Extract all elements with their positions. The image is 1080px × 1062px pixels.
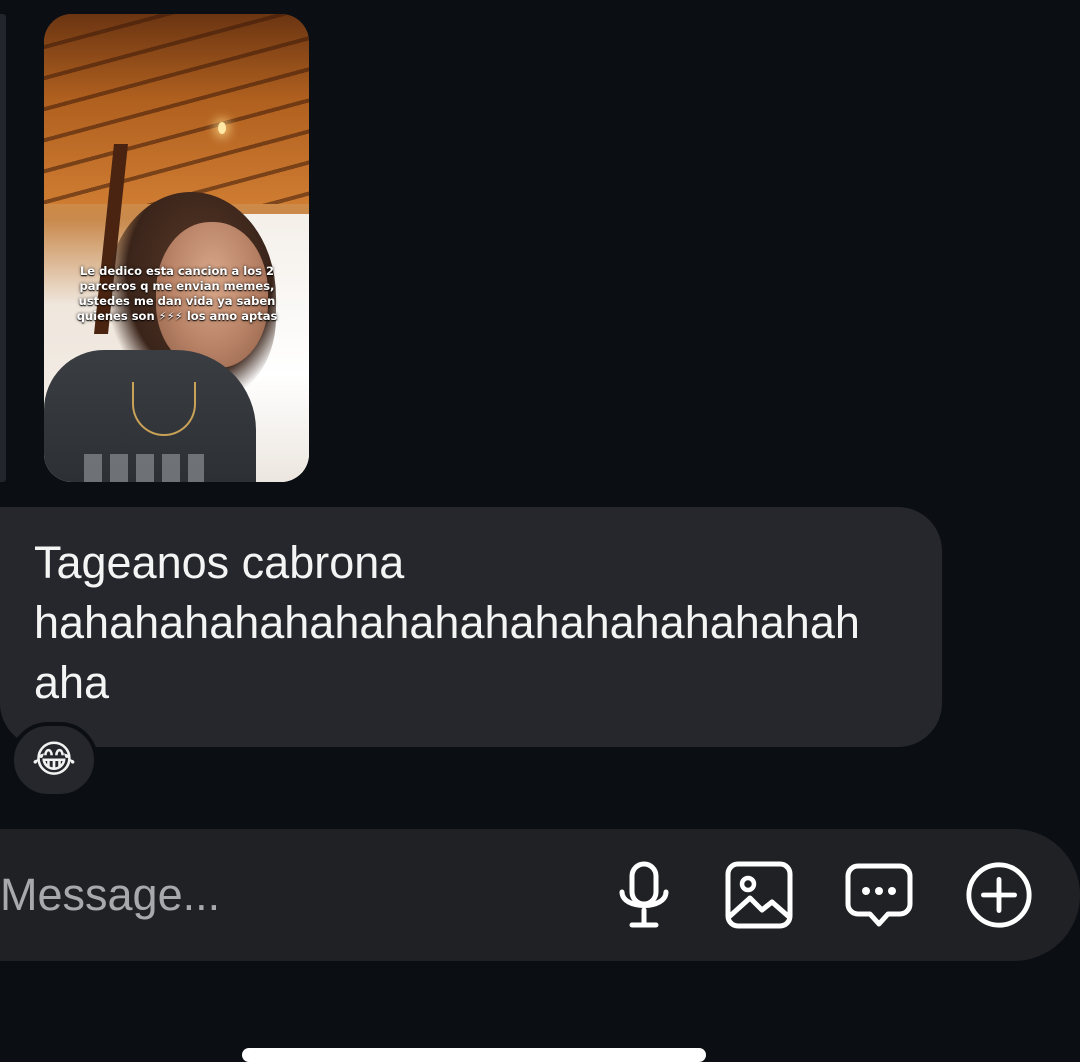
reaction-badge[interactable]: 😂 xyxy=(10,722,98,798)
more-options-button[interactable] xyxy=(964,860,1034,930)
story-caption: Le dedico esta cancion a los 2 parceros … xyxy=(76,264,278,323)
message-text: Tageanos cabrona hahahahahahahahahahahah… xyxy=(34,537,860,708)
home-indicator[interactable] xyxy=(242,1048,706,1062)
gallery-button[interactable] xyxy=(724,860,794,930)
reply-thread-line xyxy=(0,14,6,482)
story-ceiling xyxy=(44,14,309,204)
plus-circle-icon xyxy=(966,862,1032,928)
shared-story-preview[interactable]: Le dedico esta cancion a los 2 parceros … xyxy=(44,14,309,482)
story-lamp xyxy=(218,122,226,134)
story-shirt-print xyxy=(84,454,204,482)
laughing-emoji-icon: 😂 xyxy=(31,739,77,781)
sticker-button[interactable] xyxy=(844,860,914,930)
message-input[interactable] xyxy=(0,860,520,930)
image-icon xyxy=(725,861,793,929)
microphone-icon xyxy=(619,861,669,928)
microphone-button[interactable] xyxy=(609,860,679,930)
chat-dots-icon xyxy=(845,863,913,927)
